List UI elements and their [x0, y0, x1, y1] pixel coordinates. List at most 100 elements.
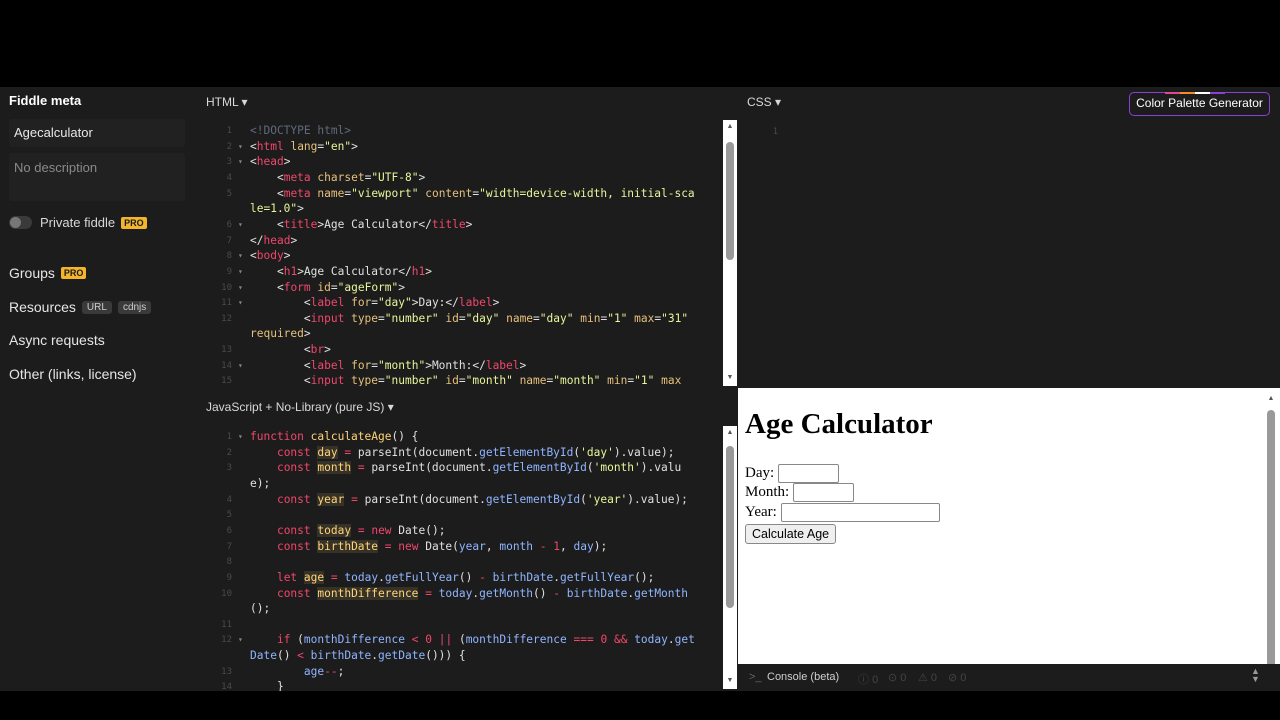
code-text: <label for="day">Day:</label> — [303, 296, 500, 310]
scroll-up-arrow-icon[interactable]: ▲ — [726, 429, 734, 437]
line-number: 6 — [226, 219, 232, 230]
line-number: 12 — [221, 635, 232, 646]
js-editor[interactable]: 1 ▾ function calculateAge() {2 const day =… — [196, 426, 722, 691]
console-chevron-icon: >_ — [749, 671, 762, 683]
line-number: 13 — [221, 345, 232, 356]
fold-arrow-icon[interactable]: ▾ — [238, 154, 243, 170]
sidebar-item-groups[interactable]: Groups PRO — [9, 265, 87, 281]
scroll-down-arrow-icon[interactable]: ▼ — [726, 677, 734, 685]
line-number: 10 — [221, 588, 232, 599]
day-row: Day: — [745, 464, 840, 483]
fold-arrow-icon[interactable]: ▾ — [238, 139, 243, 155]
console-bar[interactable]: >_ Console (beta) ⓘ 0 ⊙ 0 ⚠ 0 ⊘ 0 ▲ ▼ — [738, 664, 1280, 691]
private-toggle[interactable] — [9, 216, 32, 229]
css-editor[interactable]: 1 — [738, 120, 1280, 386]
info-count-value: 0 — [872, 674, 879, 686]
code-text: <form id="ageForm"> — [276, 280, 406, 294]
code-text: } — [250, 680, 284, 691]
result-heading: Age Calculator — [745, 408, 933, 440]
calculate-age-button[interactable]: Calculate Age — [745, 524, 837, 544]
line-number: 2 — [226, 141, 232, 152]
code-text: age--; — [303, 664, 345, 678]
scroll-up-arrow-icon[interactable]: ▲ — [726, 123, 734, 131]
palette-swatch — [1195, 92, 1210, 94]
line-number: 7 — [226, 235, 232, 246]
error-count-value: 0 — [960, 672, 967, 684]
line-number: 9 — [226, 266, 232, 277]
line-number: 9 — [226, 572, 232, 583]
console-error-count: ⊘ 0 — [948, 672, 967, 684]
line-number: 13 — [221, 666, 232, 677]
sidebar: Fiddle meta Agecalculator No description… — [0, 87, 196, 691]
code-text: Date() < birthDate.getDate())) { — [250, 649, 466, 663]
code-text: <br> — [303, 343, 331, 357]
line-number: 4 — [226, 172, 232, 183]
code-text: const monthDifference = today.getMonth()… — [276, 586, 688, 600]
code-text: le=1.0"> — [250, 202, 304, 216]
fiddle-name-input[interactable]: Agecalculator — [9, 119, 185, 147]
pro-badge: PRO — [60, 267, 87, 279]
js-panel-label[interactable]: JavaScript + No-Library (pure JS) ▾ — [206, 400, 394, 414]
line-number: 14 — [221, 682, 232, 691]
log-count-value: 0 — [900, 672, 907, 684]
css-panel-label[interactable]: CSS ▾ — [747, 95, 781, 109]
html-editor-scrollbar[interactable]: ▲ ▼ — [723, 120, 737, 386]
resources-label: Resources — [9, 299, 76, 315]
result-scrollbar[interactable]: ▲ — [1266, 392, 1276, 672]
console-warn-count: ⚠ 0 — [918, 672, 938, 684]
scroll-thumb[interactable] — [726, 142, 734, 260]
code-text: <input type="number" id="month" name="mo… — [303, 374, 682, 386]
html-editor[interactable]: 1 <!DOCTYPE html> 2 ▾ <html lang="en"> 3 ▾ <hea… — [196, 120, 722, 386]
fold-arrow-icon[interactable]: ▾ — [238, 280, 243, 296]
sidebar-item-other[interactable]: Other (links, license) — [9, 366, 137, 382]
code-text: <h1>Age Calculator</h1> — [276, 264, 432, 278]
pro-badge: PRO — [121, 216, 147, 229]
sidebar-item-resources[interactable]: Resources URL cdnjs — [9, 299, 152, 315]
fold-arrow-icon[interactable]: ▾ — [238, 429, 243, 445]
private-fiddle-toggle-row[interactable]: Private fiddle PRO — [9, 215, 147, 230]
fold-arrow-icon[interactable]: ▾ — [238, 358, 243, 374]
scroll-down-arrow-icon[interactable]: ▼ — [726, 374, 734, 382]
fiddle-meta-title: Fiddle meta — [9, 93, 82, 108]
color-palette-generator-button[interactable]: Color Palette Generator — [1129, 92, 1270, 116]
js-editor-scrollbar[interactable]: ▲ ▼ — [723, 426, 737, 689]
fold-arrow-icon[interactable]: ▾ — [238, 295, 243, 311]
console-log-count: ⊙ 0 — [888, 672, 907, 684]
fold-arrow-icon[interactable]: ▾ — [238, 248, 243, 264]
code-text: </head> — [250, 233, 298, 247]
fold-arrow-icon[interactable]: ▾ — [238, 264, 243, 280]
scroll-thumb[interactable] — [1267, 410, 1275, 672]
scroll-up-arrow-icon[interactable]: ▲ — [1267, 394, 1275, 402]
code-text: <meta charset="UTF-8"> — [276, 170, 426, 184]
line-number: 15 — [221, 376, 232, 386]
line-number: 1 — [772, 127, 778, 137]
url-tag[interactable]: URL — [81, 300, 112, 314]
year-row: Year: — [745, 503, 940, 522]
description-input[interactable]: No description — [9, 153, 185, 201]
day-input[interactable] — [778, 464, 840, 483]
year-label: Year: — [745, 504, 777, 520]
console-label[interactable]: Console (beta) — [767, 671, 839, 683]
code-text: <html lang="en"> — [250, 139, 358, 153]
fold-arrow-icon[interactable]: ▾ — [238, 217, 243, 233]
html-panel-label[interactable]: HTML ▾ — [206, 95, 248, 109]
code-text: (); — [250, 602, 271, 616]
scroll-thumb[interactable] — [726, 446, 734, 608]
cdnjs-tag[interactable]: cdnjs — [117, 300, 152, 314]
year-input[interactable] — [780, 503, 940, 522]
code-text: <!DOCTYPE html> — [250, 124, 352, 137]
month-input[interactable] — [793, 483, 855, 502]
day-label: Day: — [745, 465, 775, 481]
sidebar-item-async[interactable]: Async requests — [9, 332, 105, 348]
console-resize-icon[interactable]: ▲ ▼ — [1251, 667, 1260, 684]
code-text: required> — [250, 327, 311, 341]
line-number: 2 — [226, 447, 232, 458]
line-number: 6 — [226, 525, 232, 536]
code-text: e); — [250, 476, 271, 490]
code-text: const birthDate = new Date(year, month -… — [276, 539, 608, 553]
groups-label: Groups — [9, 265, 55, 281]
code-text: <meta name="viewport" content="width=dev… — [276, 186, 695, 200]
fold-arrow-icon[interactable]: ▾ — [238, 632, 243, 648]
palette-swatch — [1210, 92, 1225, 94]
code-text: if (monthDifference < 0 || (monthDiffere… — [276, 633, 695, 647]
